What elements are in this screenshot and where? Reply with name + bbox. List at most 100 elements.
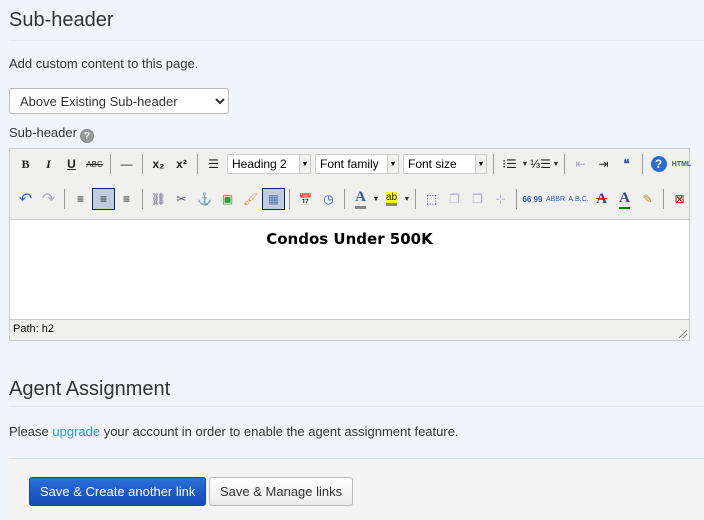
underline-button[interactable]: U [60, 153, 83, 175]
chevron-down-icon[interactable]: ▼ [387, 155, 398, 173]
align-left-button[interactable]: ≡ [69, 188, 92, 210]
horizontal-rule-icon: — [120, 157, 133, 171]
outdent-icon: ⇤ [575, 157, 586, 171]
bold-button[interactable]: B [14, 153, 37, 175]
html-source-button[interactable]: HTML [670, 153, 693, 175]
insertion-button[interactable]: A [613, 188, 636, 210]
underline-icon: U [67, 157, 76, 171]
chevron-down-icon[interactable]: ▼ [475, 155, 486, 173]
cleanup-icon: 🖌 [242, 192, 259, 206]
chevron-down-icon[interactable]: ▼ [372, 196, 380, 203]
select-value: Font family [320, 157, 379, 171]
agent-notice: Please upgrade your account in order to … [9, 424, 459, 439]
text-color-button[interactable]: A [349, 188, 372, 210]
align-center-icon: ≡ [99, 192, 107, 206]
superscript-icon: x² [176, 157, 187, 171]
move-backward-icon: ❐ [472, 192, 483, 206]
resize-handle[interactable] [679, 330, 687, 338]
redo-button[interactable]: ↷ [37, 188, 60, 210]
chevron-down-icon[interactable]: ▼ [403, 196, 411, 203]
toolbar-separator [642, 154, 643, 174]
strikethrough-icon: ABC [86, 159, 103, 169]
justify-full-button[interactable]: ☰ [202, 153, 225, 175]
bullet-list-button[interactable]: ⁝☰ [498, 153, 521, 175]
italic-icon: I [46, 156, 51, 171]
link-icon: ⛓ [150, 192, 167, 206]
numbered-list-button[interactable]: ⅓☰ [529, 153, 552, 175]
align-center-button[interactable]: ≡ [92, 188, 115, 210]
help-icon[interactable]: ? [79, 129, 94, 143]
content-heading[interactable]: Condos Under 500K [10, 230, 689, 248]
link-button[interactable]: ⛓ [147, 188, 170, 210]
insert-time-button[interactable]: ◷ [317, 188, 340, 210]
attributes-icon: ✎ [642, 192, 653, 206]
move-backward-button[interactable]: ❐ [466, 188, 489, 210]
abbreviation-button[interactable]: ABBR [544, 188, 567, 210]
horizontal-rule-button[interactable]: — [115, 153, 138, 175]
form-footer: Save & Create another link Save & Manage… [9, 458, 704, 520]
text-color-icon: A [355, 189, 366, 209]
deletion-icon: A [596, 190, 607, 207]
chevron-down-icon[interactable]: ▼ [552, 161, 560, 168]
format-select[interactable]: Heading 2 ▼ [227, 154, 311, 174]
toolbar-separator [110, 154, 111, 174]
help-button[interactable]: ? [647, 153, 670, 175]
background-color-button[interactable]: ab [380, 188, 403, 210]
insert-layer-icon: ⬚ [425, 192, 438, 206]
undo-button[interactable]: ↶ [14, 188, 37, 210]
divider [9, 406, 704, 407]
table-button[interactable]: ▦ [262, 188, 285, 210]
subscript-button[interactable]: x₂ [147, 153, 170, 175]
justify-full-icon: ☰ [208, 157, 219, 171]
toolbar-separator [64, 189, 65, 209]
editor-content[interactable]: Condos Under 500K [10, 219, 689, 320]
strikethrough-button[interactable]: ABC [83, 153, 106, 175]
align-right-icon: ≡ [122, 192, 130, 206]
rich-text-editor: B I U ABC — x₂ x² ☰ Heading 2 ▼ Font family ▼ Font s… [9, 148, 693, 341]
outdent-button[interactable]: ⇤ [569, 153, 592, 175]
cite-button[interactable]: 66 99 [521, 188, 544, 210]
deletion-button[interactable]: A [590, 188, 613, 210]
visual-chars-icon: ⊠ [674, 192, 685, 206]
anchor-button[interactable]: ⚓ [193, 188, 216, 210]
blockquote-button[interactable]: ❝ [615, 153, 638, 175]
superscript-button[interactable]: x² [170, 153, 193, 175]
toolbar-row-2: ↶ ↷ ≡ ≡ ≡ ⛓ ✂ ⚓ ▣ 🖌 ▦ 📅 ◷ A ▼ ab ▼ ⬚ ❐ ❐ ⊹ 66 99 ABBR A.B.C. A A ✎… [14, 186, 691, 212]
align-right-button[interactable]: ≡ [115, 188, 138, 210]
font-size-select[interactable]: Font size ▼ [403, 154, 487, 174]
chevron-down-icon[interactable]: ▼ [299, 155, 310, 173]
save-manage-links-button[interactable]: Save & Manage links [209, 477, 354, 506]
font-family-select[interactable]: Font family ▼ [315, 154, 399, 174]
absolute-position-button[interactable]: ⊹ [489, 188, 512, 210]
subheader-position-select[interactable]: Above Existing Sub-header [9, 88, 229, 114]
indent-button[interactable]: ⇥ [592, 153, 615, 175]
chevron-down-icon[interactable]: ▼ [521, 161, 529, 168]
upgrade-link[interactable]: upgrade [52, 424, 100, 439]
toolbar-separator [564, 154, 565, 174]
numbered-list-icon: ⅓☰ [530, 157, 551, 171]
insert-date-button[interactable]: 📅 [294, 188, 317, 210]
toolbar-separator [493, 154, 494, 174]
visual-chars-button[interactable]: ⊠ [668, 188, 691, 210]
save-create-another-button[interactable]: Save & Create another link [29, 477, 207, 506]
insert-time-icon: ◷ [323, 192, 334, 206]
subheader-label: Sub-header? [9, 125, 94, 143]
cleanup-button[interactable]: 🖌 [239, 188, 262, 210]
select-value: Font size [408, 157, 457, 171]
italic-button[interactable]: I [37, 153, 60, 175]
acronym-button[interactable]: A.B.C. [567, 188, 590, 210]
insert-layer-button[interactable]: ⬚ [420, 188, 443, 210]
toolbar-row-1: B I U ABC — x₂ x² ☰ Heading 2 ▼ Font family ▼ Font s… [14, 151, 693, 177]
indent-icon: ⇥ [598, 157, 609, 171]
subheader-description: Add custom content to this page. [9, 56, 199, 71]
toolbar-separator [142, 154, 143, 174]
attributes-button[interactable]: ✎ [636, 188, 659, 210]
background-color-icon: ab [385, 192, 398, 206]
toolbar-separator [142, 189, 143, 209]
subscript-icon: x₂ [152, 157, 165, 171]
unlink-button[interactable]: ✂ [170, 188, 193, 210]
toolbar-separator [289, 189, 290, 209]
image-button[interactable]: ▣ [216, 188, 239, 210]
move-forward-button[interactable]: ❐ [443, 188, 466, 210]
redo-icon: ↷ [41, 191, 56, 208]
